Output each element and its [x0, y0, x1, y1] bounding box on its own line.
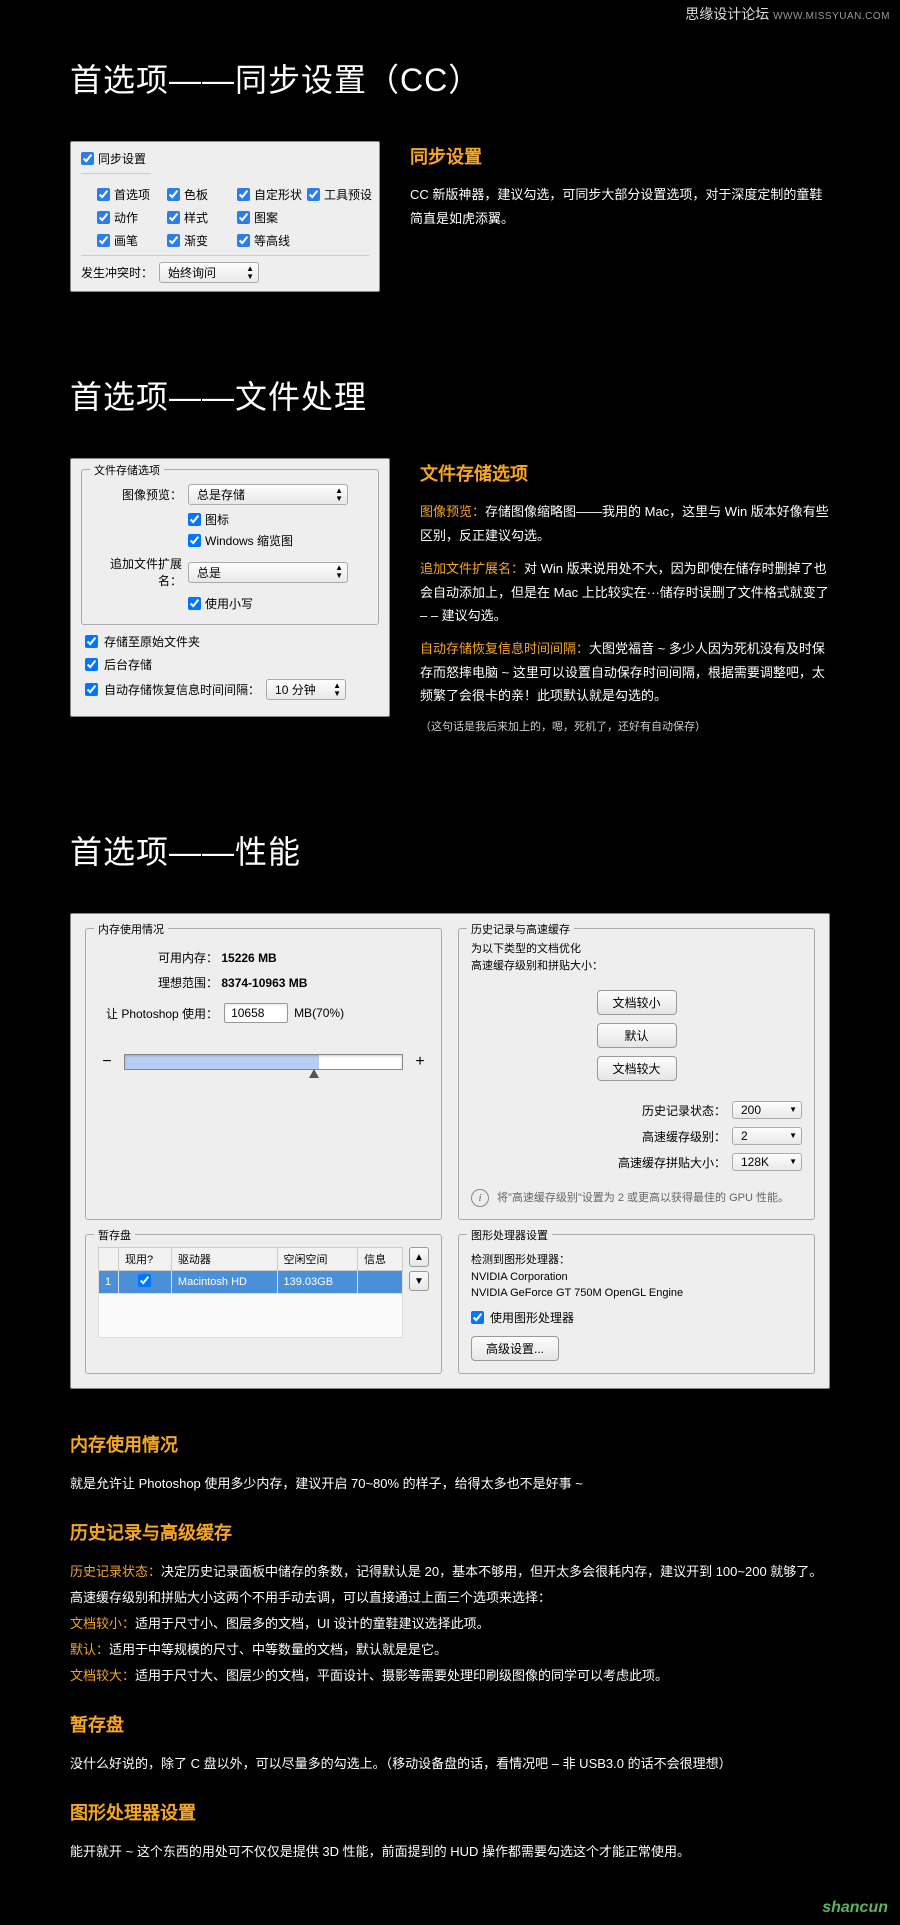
- gpu-detected-label: 检测到图形处理器：: [471, 1251, 802, 1267]
- fieldset-title: 文件存储选项: [90, 462, 164, 478]
- cb-swatches[interactable]: [167, 188, 180, 201]
- explain-heading: 图形处理器设置: [70, 1795, 830, 1831]
- chevron-down-icon: ▼: [789, 1158, 797, 1166]
- chevron-down-icon: ▼: [789, 1106, 797, 1114]
- cb-styles[interactable]: [167, 211, 180, 224]
- bottom-watermark: shancun: [822, 1899, 888, 1917]
- section-performance: 首选项——性能 内存使用情况 可用内存： 15226 MB 理想范围： 8374…: [0, 767, 900, 1409]
- cb-patterns[interactable]: [237, 211, 250, 224]
- mem-use-label: 让 Photoshop 使用：: [106, 1005, 218, 1022]
- move-down-button[interactable]: ▼: [409, 1271, 429, 1291]
- performance-explanation: 内存使用情况 就是允许让 Photoshop 使用多少内存，建议开启 70~80…: [0, 1427, 900, 1925]
- cb-autosave[interactable]: [85, 683, 98, 696]
- conflict-select[interactable]: 始终询问▲▼: [159, 262, 259, 283]
- cb-shapes[interactable]: [237, 188, 250, 201]
- cb-winthumb[interactable]: [188, 534, 201, 547]
- file-description: 文件存储选项 图像预览：存储图像缩略图——我用的 Mac，这里与 Win 版本好…: [420, 458, 830, 747]
- cb-lowercase[interactable]: [188, 597, 201, 610]
- section-sync-settings: 首选项——同步设置（CC） 同步设置 首选项 色板 自定形状 工具预设 动作 样…: [0, 0, 900, 312]
- doc-big-button[interactable]: 文档较大: [597, 1056, 677, 1081]
- fieldset-title: 历史记录与高速缓存: [467, 921, 574, 937]
- cb-icon[interactable]: [188, 513, 201, 526]
- gpu-vendor: NVIDIA Corporation: [471, 1271, 802, 1283]
- table-row[interactable]: 1 Macintosh HD 139.03GB: [99, 1271, 403, 1294]
- cb-prefs[interactable]: [97, 188, 110, 201]
- cb-toolpreset[interactable]: [307, 188, 320, 201]
- doc-default-button[interactable]: 默认: [597, 1023, 677, 1048]
- scratch-disk-table: 现用? 驱动器 空闲空间 信息 1 Macintosh HD 139.03GB: [98, 1247, 403, 1338]
- explain-heading: 内存使用情况: [70, 1427, 830, 1463]
- mem-slider[interactable]: [124, 1054, 403, 1070]
- slider-increase-button[interactable]: +: [411, 1053, 429, 1071]
- tile-size-label: 高速缓存拼贴大小：: [618, 1154, 726, 1171]
- chevron-down-icon: ▼: [789, 1132, 797, 1140]
- desc-title: 同步设置: [410, 141, 830, 173]
- slider-decrease-button[interactable]: −: [98, 1053, 116, 1071]
- mem-use-input[interactable]: [224, 1003, 288, 1023]
- cb-use-gpu[interactable]: [471, 1311, 484, 1324]
- explain-heading: 历史记录与高级缓存: [70, 1515, 830, 1551]
- chevron-updown-icon: ▲▼: [335, 487, 343, 503]
- preview-label: 图像预览：: [92, 486, 182, 503]
- cb-bgsave[interactable]: [85, 658, 98, 671]
- fieldset-title: 内存使用情况: [94, 921, 168, 937]
- conflict-label: 发生冲突时：: [81, 264, 153, 281]
- gpu-model: NVIDIA GeForce GT 750M OpenGL Engine: [471, 1287, 802, 1299]
- cb-actions[interactable]: [97, 211, 110, 224]
- sync-enable-label: 同步设置: [98, 150, 146, 167]
- autosave-interval-select[interactable]: 10 分钟▲▼: [266, 679, 346, 700]
- sync-enable-checkbox[interactable]: [81, 152, 94, 165]
- chevron-updown-icon: ▲▼: [333, 682, 341, 698]
- info-icon: i: [471, 1189, 489, 1207]
- sync-settings-panel: 同步设置 首选项 色板 自定形状 工具预设 动作 样式 图案 画笔 渐变 等高线…: [70, 141, 380, 292]
- section-title: 首选项——文件处理: [70, 372, 830, 418]
- section-title: 首选项——同步设置（CC）: [70, 55, 830, 101]
- section-title: 首选项——性能: [70, 827, 830, 873]
- gpu-advanced-button[interactable]: 高级设置...: [471, 1336, 559, 1361]
- chevron-updown-icon: ▲▼: [335, 564, 343, 580]
- chevron-updown-icon: ▲▼: [246, 265, 254, 281]
- ext-select[interactable]: 总是▲▼: [188, 562, 348, 583]
- history-states-select[interactable]: 200▼: [732, 1101, 802, 1119]
- sync-description: 同步设置 CC 新版神器，建议勾选，可同步大部分设置选项，对于深度定制的童鞋简直…: [410, 141, 830, 240]
- cache-level-select[interactable]: 2▼: [732, 1127, 802, 1145]
- cb-savesource[interactable]: [85, 635, 98, 648]
- explain-heading: 暂存盘: [70, 1707, 830, 1743]
- section-file-handling: 首选项——文件处理 文件存储选项 图像预览： 总是存储▲▼ 图标 Windows…: [0, 312, 900, 767]
- tile-size-select[interactable]: 128K▼: [732, 1153, 802, 1171]
- performance-panel: 内存使用情况 可用内存： 15226 MB 理想范围： 8374-10963 M…: [70, 913, 830, 1389]
- doc-small-button[interactable]: 文档较小: [597, 990, 677, 1015]
- ext-label: 追加文件扩展名：: [92, 555, 182, 589]
- cb-scratch-active[interactable]: [138, 1274, 151, 1287]
- preview-select[interactable]: 总是存储▲▼: [188, 484, 348, 505]
- file-handling-panel: 文件存储选项 图像预览： 总是存储▲▼ 图标 Windows 缩览图 追加文件扩…: [70, 458, 390, 717]
- cb-gradients[interactable]: [167, 234, 180, 247]
- cb-contours[interactable]: [237, 234, 250, 247]
- cache-level-label: 高速缓存级别：: [642, 1128, 726, 1145]
- top-watermark: 思缘设计论坛 WWW.MISSYUAN.COM: [685, 4, 890, 24]
- desc-title: 文件存储选项: [420, 458, 830, 490]
- cb-brushes[interactable]: [97, 234, 110, 247]
- history-states-label: 历史记录状态：: [642, 1102, 726, 1119]
- move-up-button[interactable]: ▲: [409, 1247, 429, 1267]
- fieldset-title: 图形处理器设置: [467, 1227, 552, 1243]
- fieldset-title: 暂存盘: [94, 1227, 135, 1243]
